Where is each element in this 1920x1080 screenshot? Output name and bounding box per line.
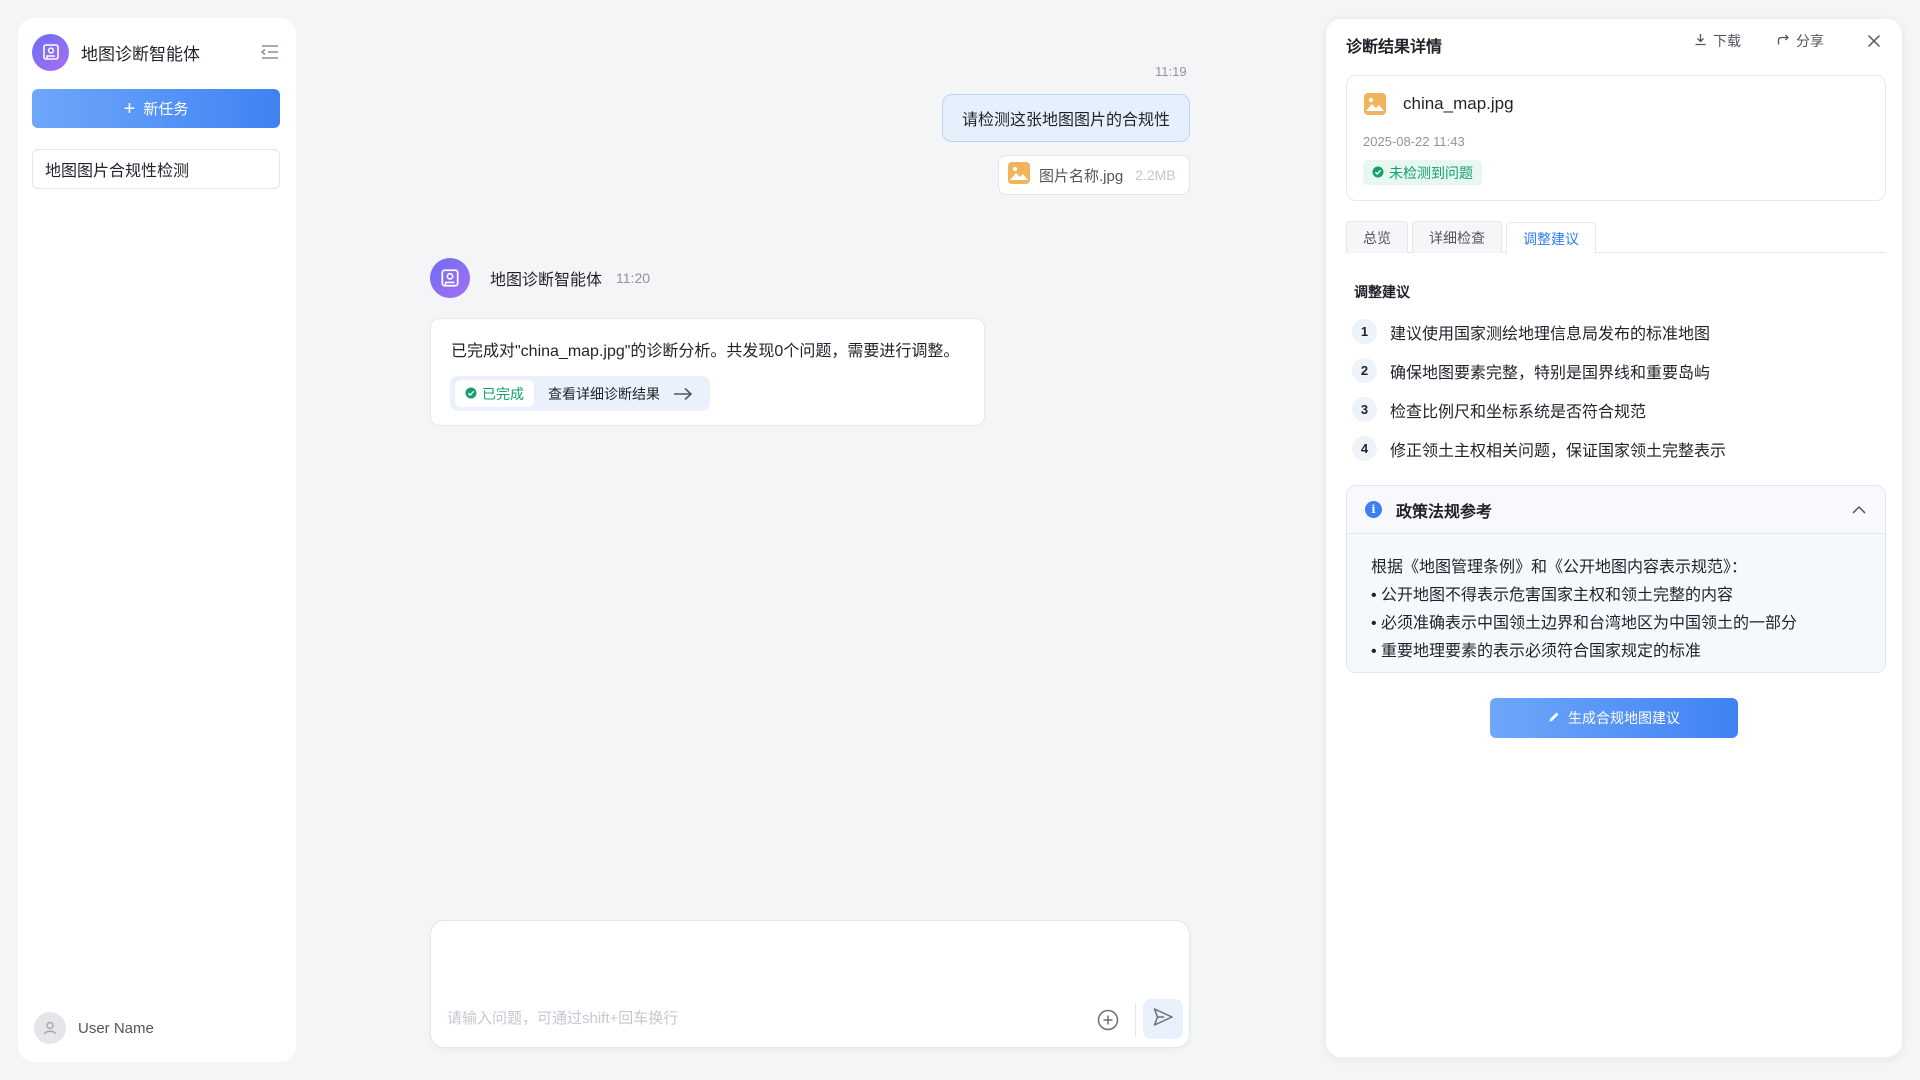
policy-title: 政策法规参考 xyxy=(1396,503,1493,521)
result-detail-panel: 诊断结果详情 下载 分享 china_map.jpg 2025-08-22 11… xyxy=(1325,18,1903,1058)
suggestion-text: 确保地图要素完整，特别是国界线和重要岛屿 xyxy=(1390,364,1711,382)
message-composer xyxy=(430,920,1190,1048)
suggestion-text: 建议使用国家测绘地理信息局发布的标准地图 xyxy=(1390,325,1711,343)
download-icon xyxy=(1694,33,1707,49)
list-item: 1 建议使用国家测绘地理信息局发布的标准地图 xyxy=(1352,312,1726,351)
tab-suggestions[interactable]: 调整建议 xyxy=(1506,222,1596,254)
share-icon xyxy=(1777,33,1790,49)
policy-item: 必须准确表示中国领土边界和台湾地区为中国领土的一部分 xyxy=(1371,610,1861,638)
generate-compliant-map-button[interactable]: 生成合规地图建议 xyxy=(1490,698,1738,738)
check-circle-icon xyxy=(465,386,477,402)
user-message-bubble: 请检测这张地图图片的合规性 xyxy=(942,94,1190,142)
suggestion-text: 检查比例尺和坐标系统是否符合规范 xyxy=(1390,403,1647,421)
send-button[interactable] xyxy=(1143,999,1183,1039)
share-label: 分享 xyxy=(1796,33,1824,49)
new-task-button[interactable]: + 新任务 xyxy=(32,89,280,128)
file-name: china_map.jpg xyxy=(1403,94,1514,113)
agent-message-time: 11:20 xyxy=(616,270,651,286)
policy-header[interactable]: i 政策法规参考 xyxy=(1347,486,1885,534)
send-icon xyxy=(1152,1006,1174,1033)
menu-collapse-icon[interactable] xyxy=(258,40,282,64)
list-item: 3 检查比例尺和坐标系统是否符合规范 xyxy=(1352,390,1726,429)
file-info-card: china_map.jpg 2025-08-22 11:43 未检测到问题 xyxy=(1346,75,1886,201)
list-number: 4 xyxy=(1352,436,1377,461)
user-icon xyxy=(34,1012,66,1044)
list-number: 1 xyxy=(1352,319,1377,344)
policy-body: 根据《地图管理条例》和《公开地图内容表示规范》： 公开地图不得表示危害国家主权和… xyxy=(1347,534,1885,666)
attachment-size: 2.2MB xyxy=(1135,167,1176,183)
new-task-label: 新任务 xyxy=(143,101,189,118)
suggestions-heading: 调整建议 xyxy=(1354,284,1410,300)
agent-message-text: 已完成对"china_map.jpg"的诊断分析。共发现0个问题，需要进行调整。 xyxy=(451,343,960,360)
pencil-icon xyxy=(1548,710,1560,726)
agent-name: 地图诊断智能体 xyxy=(490,272,603,289)
sidebar-header: 地图诊断智能体 xyxy=(32,32,282,72)
suggestions-list: 1 建议使用国家测绘地理信息局发布的标准地图 2 确保地图要素完整，特别是国界线… xyxy=(1352,312,1726,468)
user-name: User Name xyxy=(78,1019,154,1037)
message-input[interactable] xyxy=(447,1007,1087,1031)
list-number: 2 xyxy=(1352,358,1377,383)
file-status-label: 未检测到问题 xyxy=(1389,164,1473,181)
panel-actions: 下载 分享 xyxy=(1694,31,1884,51)
view-result-label: 查看详细诊断结果 xyxy=(548,385,660,402)
file-date: 2025-08-22 11:43 xyxy=(1363,134,1465,149)
info-icon: i xyxy=(1365,501,1382,518)
download-label: 下载 xyxy=(1713,33,1741,49)
image-file-icon xyxy=(1007,161,1031,190)
sidebar: 地图诊断智能体 + 新任务 地图图片合规性检测 User Name xyxy=(18,18,296,1062)
task-item[interactable]: 地图图片合规性检测 xyxy=(32,149,280,189)
policy-intro: 根据《地图管理条例》和《公开地图内容表示规范》： xyxy=(1371,559,1748,576)
agent-avatar-icon xyxy=(430,258,470,298)
agent-message-card: 已完成对"china_map.jpg"的诊断分析。共发现0个问题，需要进行调整。… xyxy=(430,318,985,426)
policy-list: 公开地图不得表示危害国家主权和领土完整的内容 必须准确表示中国领土边界和台湾地区… xyxy=(1371,582,1861,666)
close-icon[interactable] xyxy=(1864,31,1884,51)
generate-label: 生成合规地图建议 xyxy=(1568,710,1680,726)
tab-detail-check[interactable]: 详细检查 xyxy=(1412,221,1502,253)
status-badge: 已完成 xyxy=(455,380,534,407)
view-result-link[interactable]: 已完成 查看详细诊断结果 xyxy=(450,376,710,411)
policy-item: 公开地图不得表示危害国家主权和领土完整的内容 xyxy=(1371,582,1861,610)
list-item: 2 确保地图要素完整，特别是国界线和重要岛屿 xyxy=(1352,351,1726,390)
sidebar-title: 地图诊断智能体 xyxy=(81,44,200,64)
list-number: 3 xyxy=(1352,397,1377,422)
share-button[interactable]: 分享 xyxy=(1777,31,1824,51)
attachment-chip[interactable]: 图片名称.jpg 2.2MB xyxy=(998,155,1190,195)
check-circle-icon xyxy=(1372,165,1384,181)
composer-divider xyxy=(1135,1003,1136,1037)
status-badge: 未检测到问题 xyxy=(1363,160,1482,185)
user-profile[interactable]: User Name xyxy=(34,1012,154,1044)
suggestion-text: 修正领土主权相关问题，保证国家领土完整表示 xyxy=(1390,442,1727,460)
plus-circle-icon[interactable] xyxy=(1095,1007,1121,1033)
tab-overview[interactable]: 总览 xyxy=(1346,221,1408,253)
tab-bar: 总览 详细检查 调整建议 xyxy=(1346,221,1886,254)
user-message-time: 11:19 xyxy=(1155,64,1187,79)
policy-reference: i 政策法规参考 根据《地图管理条例》和《公开地图内容表示规范》： 公开地图不得… xyxy=(1346,485,1886,673)
chevron-up-icon[interactable] xyxy=(1851,505,1867,515)
attachment-name: 图片名称.jpg xyxy=(1039,167,1124,185)
plus-icon: + xyxy=(123,97,136,120)
agent-header: 地图诊断智能体 11:20 xyxy=(430,258,650,298)
agent-logo-icon xyxy=(32,33,69,71)
download-button[interactable]: 下载 xyxy=(1694,31,1741,51)
list-item: 4 修正领土主权相关问题，保证国家领土完整表示 xyxy=(1352,429,1726,468)
arrow-right-icon xyxy=(672,386,694,402)
status-label: 已完成 xyxy=(482,385,524,402)
image-file-icon xyxy=(1363,92,1387,121)
policy-item: 重要地理要素的表示必须符合国家规定的标准 xyxy=(1371,638,1861,666)
panel-title: 诊断结果详情 xyxy=(1346,39,1443,56)
